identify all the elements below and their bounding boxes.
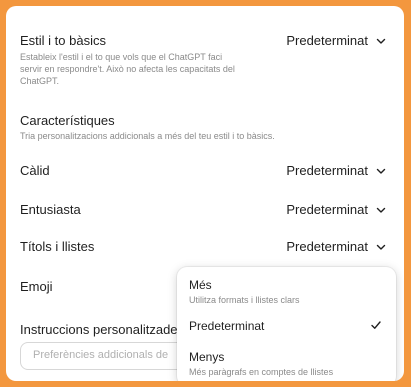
titols-select-value: Predeterminat xyxy=(286,239,368,254)
setting-style-desc-line1: Estableix l'estil i el to que vols que e… xyxy=(20,52,223,62)
setting-style-row: Estil i to bàsics Estableix l'estil i el… xyxy=(20,33,390,87)
settings-panel: Estil i to bàsics Estableix l'estil i el… xyxy=(6,6,404,381)
check-icon xyxy=(371,321,381,329)
style-select-value: Predeterminat xyxy=(286,33,368,48)
titols-select[interactable]: Predeterminat xyxy=(286,239,386,254)
custom-instructions-placeholder: Preferències addicionals de xyxy=(33,349,169,361)
chevron-down-icon xyxy=(376,168,386,174)
dropdown-option-mes[interactable]: Més Utilitza formats i llistes clars xyxy=(189,278,382,305)
dropdown-option-mes-desc: Utilitza formats i llistes clars xyxy=(189,295,300,305)
calid-select[interactable]: Predeterminat xyxy=(286,163,386,178)
entusiasta-select-value: Predeterminat xyxy=(286,202,368,217)
dropdown-option-menys-label: Menys xyxy=(189,350,225,364)
dropdown-option-mes-label: Més xyxy=(189,278,212,292)
setting-calid-row: Càlid Predeterminat xyxy=(20,163,390,178)
setting-style-desc-line2: servir en respondre't. Això no afecta le… xyxy=(20,64,235,74)
setting-style-desc-line3: ChatGPT. xyxy=(20,76,60,86)
dropdown-option-predeterminat-label: Predeterminat xyxy=(189,319,265,333)
entusiasta-select[interactable]: Predeterminat xyxy=(286,202,386,217)
setting-style-description: Estableix l'estil i el to que vols que e… xyxy=(20,51,390,87)
style-select[interactable]: Predeterminat xyxy=(286,33,386,48)
dropdown-option-predeterminat[interactable]: Predeterminat xyxy=(189,319,382,333)
chevron-down-icon xyxy=(376,38,386,44)
setting-characteristics-description: Tria personalitzacions addicionals a més… xyxy=(20,131,275,141)
setting-characteristics-row: Característiques Tria personalitzacions … xyxy=(20,113,390,142)
dropdown-option-menys-desc: Més paràgrafs en comptes de llistes xyxy=(189,367,334,377)
setting-titols-row: Títols i llistes Predeterminat xyxy=(20,239,390,254)
emoji-dropdown-menu: Més Utilitza formats i llistes clars Pre… xyxy=(177,267,396,381)
chevron-down-icon xyxy=(376,207,386,213)
setting-characteristics-title: Característiques xyxy=(20,113,115,128)
calid-select-value: Predeterminat xyxy=(286,163,368,178)
dropdown-option-menys[interactable]: Menys Més paràgrafs en comptes de lliste… xyxy=(189,350,382,377)
setting-entusiasta-row: Entusiasta Predeterminat xyxy=(20,202,390,217)
chevron-down-icon xyxy=(376,244,386,250)
